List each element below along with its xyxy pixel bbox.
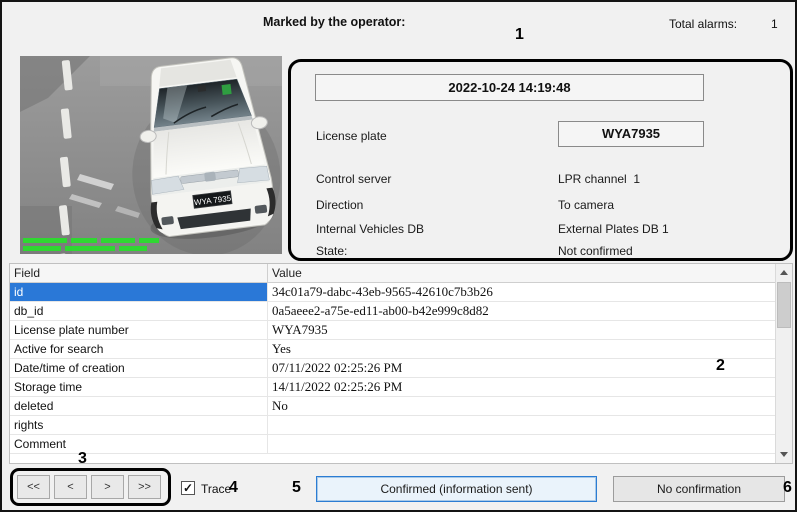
confirmed-button[interactable]: Confirmed (information sent) [316,476,597,502]
table-row[interactable]: deleted No [10,397,775,416]
table-row[interactable]: Active for search Yes [10,340,775,359]
lpr-alarm-window: Marked by the operator: Total alarms: 1 … [0,0,797,512]
nav-prev-button[interactable]: < [54,475,87,499]
field-cell[interactable]: Date/time of creation [10,359,268,377]
scroll-up-button[interactable] [776,264,792,281]
nav-next-button[interactable]: > [91,475,124,499]
table-row[interactable]: Storage time 14/11/2022 02:25:26 PM [10,378,775,397]
table-row[interactable]: Comment [10,435,775,454]
scroll-down-button[interactable] [776,446,792,463]
trace-label: Trace [201,482,231,496]
column-header-value[interactable]: Value [268,264,775,282]
internal-db-label: Internal Vehicles DB [316,222,424,236]
table-row[interactable]: rights [10,416,775,435]
total-alarms-label: Total alarms: [669,17,737,31]
field-cell[interactable]: id [10,283,268,301]
nav-first-button[interactable]: << [17,475,50,499]
direction-label: Direction [316,198,363,212]
scroll-down-icon [780,452,788,457]
annotation-4: 4 [229,479,238,497]
scrollbar-thumb[interactable] [777,282,791,328]
annotation-2: 2 [716,357,725,375]
license-plate-label: License plate [316,129,387,143]
page-title: Marked by the operator: [263,15,405,29]
state-label: State: [316,244,347,258]
no-confirmation-button[interactable]: No confirmation [613,476,785,502]
checkmark-icon: ✓ [183,482,193,494]
field-cell[interactable]: deleted [10,397,268,415]
camera-snapshot: WYA 7935 [20,56,282,254]
value-cell[interactable]: WYA7935 [268,321,775,339]
table-row[interactable]: db_id 0a5aeee2-a75e-ed11-ab00-b42e999c8d… [10,302,775,321]
license-plate-value-box: WYA7935 [558,121,704,147]
table-row[interactable]: License plate number WYA7935 [10,321,775,340]
annotation-5: 5 [292,479,301,497]
state-value: Not confirmed [558,244,633,258]
total-alarms-value: 1 [771,17,778,31]
value-cell[interactable] [268,435,775,453]
trace-checkbox[interactable]: ✓ [181,481,195,495]
table-row[interactable]: Date/time of creation 07/11/2022 02:25:2… [10,359,775,378]
control-server-label: Control server [316,172,391,186]
table-row[interactable]: id 34c01a79-dabc-43eb-9565-42610c7b3b26 [10,283,775,302]
camera-image: WYA 7935 [20,56,282,254]
control-server-value: LPR channel 1 [558,172,640,186]
value-cell[interactable]: Yes [268,340,775,358]
field-cell[interactable]: Active for search [10,340,268,358]
value-cell[interactable]: 0a5aeee2-a75e-ed11-ab00-b42e999c8d82 [268,302,775,320]
field-cell[interactable]: Comment [10,435,268,453]
vertical-scrollbar[interactable] [775,264,792,463]
field-cell[interactable]: License plate number [10,321,268,339]
internal-db-value: External Plates DB 1 [558,222,669,236]
windshield-sticker [222,84,232,95]
field-cell[interactable]: db_id [10,302,268,320]
scroll-up-icon [780,270,788,275]
value-cell[interactable]: 34c01a79-dabc-43eb-9565-42610c7b3b26 [268,283,775,301]
event-datetime-box: 2022-10-24 14:19:48 [315,74,704,101]
nav-last-button[interactable]: >> [128,475,161,499]
field-cell[interactable]: Storage time [10,378,268,396]
value-cell[interactable]: 07/11/2022 02:25:26 PM [268,359,775,377]
annotation-6: 6 [783,479,792,497]
annotation-1: 1 [515,26,524,44]
column-header-field[interactable]: Field [10,264,268,282]
value-cell[interactable]: No [268,397,775,415]
properties-table: Field Value id 34c01a79-dabc-43eb-9565-4… [9,263,793,464]
value-cell[interactable] [268,416,775,434]
direction-value: To camera [558,198,614,212]
table-header-row: Field Value [10,264,775,283]
annotation-3: 3 [78,450,87,468]
value-cell[interactable]: 14/11/2022 02:25:26 PM [268,378,775,396]
field-cell[interactable]: rights [10,416,268,434]
